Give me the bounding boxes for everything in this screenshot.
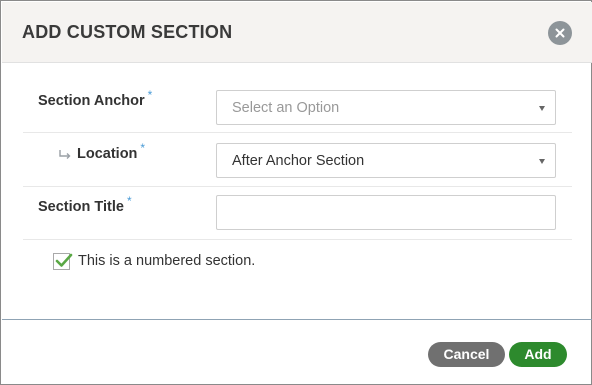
required-marker: * xyxy=(147,88,153,102)
location-select[interactable]: After Anchor Section xyxy=(216,143,556,178)
location-value: After Anchor Section xyxy=(232,153,365,169)
chevron-down-icon xyxy=(539,106,545,111)
section-title-label: Section Title * xyxy=(38,194,132,215)
cancel-button[interactable]: Cancel xyxy=(428,342,505,367)
required-marker: * xyxy=(140,141,146,155)
add-button[interactable]: Add xyxy=(509,342,567,367)
chevron-down-icon xyxy=(539,159,545,164)
required-marker: * xyxy=(126,194,132,208)
close-icon xyxy=(555,28,565,38)
numbered-section-label[interactable]: This is a numbered section. xyxy=(78,253,255,269)
section-anchor-label-text: Section Anchor xyxy=(38,93,145,109)
dialog-footer: Cancel Add xyxy=(2,319,592,385)
section-anchor-placeholder: Select an Option xyxy=(232,100,340,116)
add-custom-section-dialog: ADD CUSTOM SECTION Section Anchor * Selec… xyxy=(0,0,592,385)
section-title-input[interactable] xyxy=(217,196,555,229)
indent-arrow-icon xyxy=(59,150,71,159)
dialog-title: ADD CUSTOM SECTION xyxy=(22,22,233,42)
numbered-section-checkbox[interactable] xyxy=(53,253,73,270)
checkmark-icon xyxy=(55,253,73,267)
dialog-header: ADD CUSTOM SECTION xyxy=(2,2,592,63)
section-anchor-select[interactable]: Select an Option xyxy=(216,90,556,125)
form-row-section-title: Section Title * xyxy=(23,187,572,240)
section-anchor-label: Section Anchor * xyxy=(38,88,152,109)
section-title-label-text: Section Title xyxy=(38,199,124,215)
form-row-section-anchor: Section Anchor * Select an Option xyxy=(23,81,572,133)
location-label: Location * xyxy=(77,141,145,162)
form-row-location: Location * After Anchor Section xyxy=(23,134,572,187)
location-label-text: Location xyxy=(77,146,138,162)
section-title-input-wrapper xyxy=(216,195,556,230)
close-button[interactable] xyxy=(548,21,572,45)
